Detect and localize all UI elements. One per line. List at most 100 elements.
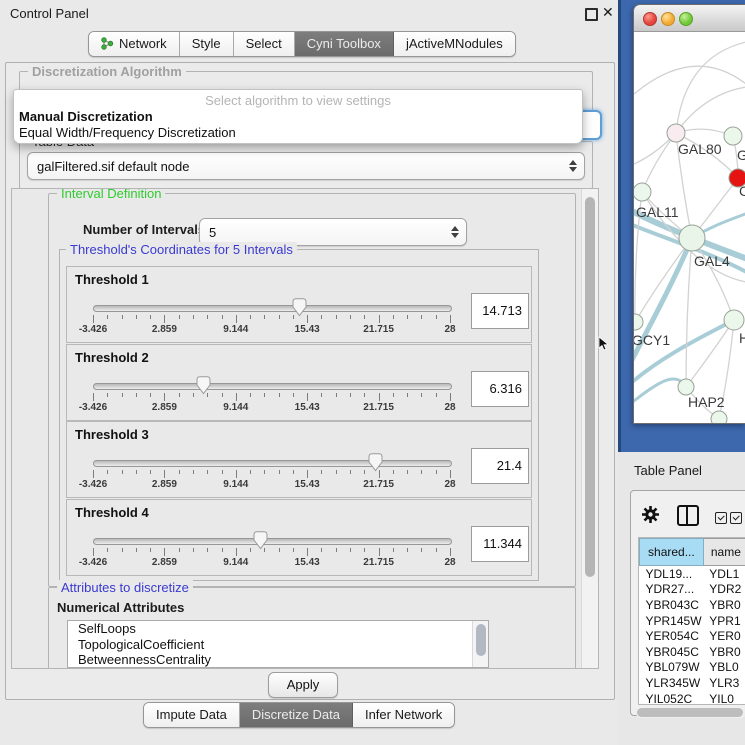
attribute-list-item[interactable]: TopologicalCoefficient [68, 637, 488, 653]
table-cell[interactable]: YER0 [703, 628, 745, 644]
table-cell[interactable]: YBL079W [640, 660, 704, 676]
table-cell[interactable]: YBR0 [703, 644, 745, 660]
table-column-header[interactable]: shared... [640, 539, 704, 566]
table-row[interactable]: YDR27...YDR2 [640, 582, 745, 598]
apply-button[interactable]: Apply [268, 672, 338, 698]
threshold-value-field[interactable]: 14.713 [471, 293, 529, 329]
table-row[interactable]: YBR043CYBR0 [640, 597, 745, 613]
table-row[interactable]: YBR045CYBR0 [640, 644, 745, 660]
scrollbar-thumb[interactable] [585, 197, 595, 577]
tab-network[interactable]: Network [89, 32, 180, 56]
attributes-items: SelfLoopsTopologicalCoefficientBetweenne… [68, 621, 488, 668]
tab-select[interactable]: Select [234, 32, 295, 56]
threshold-panel: Threshold 4-3.4262.8599.14415.4321.71528… [66, 499, 532, 576]
table-row[interactable]: YIL052CYIL0 [640, 691, 745, 705]
checkbox-icon[interactable] [715, 512, 727, 524]
network-node[interactable] [678, 379, 694, 395]
table-row[interactable]: YLR345WYLR3 [640, 675, 745, 691]
tab-infer-network[interactable]: Infer Network [353, 703, 454, 727]
table-row[interactable]: YER054CYER0 [640, 628, 745, 644]
slider-ticks [93, 548, 450, 557]
interval-definition-title: Interval Definition [57, 188, 165, 201]
float-window-icon[interactable] [585, 8, 598, 21]
network-node[interactable] [634, 183, 651, 201]
table-cell[interactable]: YER054C [640, 628, 704, 644]
network-node-label: HAP2 [688, 394, 725, 410]
table-cell[interactable]: YDL19... [640, 566, 704, 582]
numerical-attributes-label: Numerical Attributes [57, 600, 184, 615]
threshold-value-field[interactable]: 11.344 [471, 526, 529, 562]
tab-discretize-data[interactable]: Discretize Data [240, 703, 353, 727]
table-panel-box: shared...name YDL19...YDL1YDR27...YDR2YB… [630, 490, 745, 716]
network-node[interactable] [711, 411, 727, 424]
scrollbar-thumb[interactable] [476, 624, 486, 656]
table-cell[interactable]: YBR0 [703, 597, 745, 613]
table-row[interactable]: YBL079WYBL0 [640, 660, 745, 676]
settings-vertical-scrollbar[interactable] [581, 189, 598, 668]
attribute-list-item[interactable]: BetweennessCentrality [68, 652, 488, 668]
table-cell[interactable]: YIL052C [640, 691, 704, 705]
slider-tick-labels: -3.4262.8599.14415.4321.71528 [93, 324, 450, 336]
network-node[interactable] [679, 225, 705, 251]
network-graph: GAL80GACGAL11GAL4GCY1HHAP2 [634, 32, 745, 424]
threshold-slider-track[interactable] [93, 538, 452, 545]
table-cell[interactable]: YBR043C [640, 597, 704, 613]
threshold-value-field[interactable]: 6.316 [471, 371, 529, 407]
algorithm-prompt-item[interactable]: Select algorithm to view settings [14, 90, 582, 109]
network-node-label: GA [737, 147, 745, 163]
table-cell[interactable]: YDR2 [703, 582, 745, 598]
network-window-titlebar[interactable] [634, 5, 745, 32]
table-cell[interactable]: YPR1 [703, 613, 745, 629]
table-cell[interactable]: YLR345W [640, 675, 704, 691]
algorithm-option-equal-width[interactable]: Equal Width/Frequency Discretization [14, 125, 582, 141]
checkbox-icon[interactable] [730, 512, 742, 524]
table-cell[interactable]: YLR3 [703, 675, 745, 691]
table-data-selected-value: galFiltered.sif default node [37, 153, 189, 179]
algorithm-option-manual[interactable]: Manual Discretization [14, 109, 582, 125]
tab-cyni-toolbox[interactable]: Cyni Toolbox [295, 32, 394, 56]
network-node[interactable] [634, 314, 643, 330]
threshold-slider-track[interactable] [93, 460, 452, 467]
tab-network-label: Network [119, 36, 167, 51]
gear-icon[interactable] [641, 505, 660, 524]
attribute-list-item[interactable]: SelfLoops [68, 621, 488, 637]
network-edge [676, 87, 745, 133]
tab-style[interactable]: Style [180, 32, 234, 56]
network-node-label: GCY1 [634, 332, 670, 348]
network-node-label: GAL80 [678, 141, 722, 157]
network-node-label: H [739, 330, 745, 346]
minimize-traffic-light[interactable] [661, 12, 675, 26]
table-horizontal-scrollbar[interactable] [636, 707, 745, 718]
network-node[interactable] [724, 310, 744, 330]
attributes-list-scrollbar[interactable] [472, 621, 488, 667]
table-cell[interactable]: YBL0 [703, 660, 745, 676]
threshold-slider-track[interactable] [93, 383, 452, 390]
close-traffic-light[interactable] [643, 12, 657, 26]
table-cell[interactable]: YDL1 [703, 566, 745, 582]
table-header-row: shared...name [640, 539, 745, 566]
network-node[interactable] [724, 127, 742, 145]
table-column-header[interactable]: name [703, 539, 745, 566]
slider-ticks [93, 315, 450, 324]
network-node[interactable] [667, 124, 685, 142]
table-row[interactable]: YPR145WYPR1 [640, 613, 745, 629]
network-canvas[interactable]: GAL80GACGAL11GAL4GCY1HHAP2 [634, 32, 745, 423]
threshold-value-field[interactable]: 21.4 [471, 448, 529, 484]
zoom-traffic-light[interactable] [679, 12, 693, 26]
tab-impute-data[interactable]: Impute Data [144, 703, 240, 727]
table-cell[interactable]: YBR045C [640, 644, 704, 660]
table-cell[interactable]: YIL0 [703, 691, 745, 705]
table-data-combobox[interactable]: galFiltered.sif default node [27, 152, 585, 180]
table-cell[interactable]: YPR145W [640, 613, 704, 629]
table-cell[interactable]: YDR27... [640, 582, 704, 598]
numerical-attributes-list[interactable]: SelfLoopsTopologicalCoefficientBetweenne… [67, 620, 489, 668]
split-columns-icon[interactable] [677, 505, 699, 526]
tab-jactivemnodules[interactable]: jActiveMNodules [394, 32, 515, 56]
network-icon [101, 37, 114, 50]
threshold-slider-track[interactable] [93, 305, 452, 312]
threshold-label: Threshold 2 [75, 350, 149, 365]
close-icon[interactable]: ✕ [602, 4, 614, 21]
threshold-coordinates-group: Threshold's Coordinates for 5 Intervals … [59, 249, 539, 581]
scrollbar-thumb[interactable] [637, 708, 743, 717]
table-row[interactable]: YDL19...YDL1 [640, 566, 745, 582]
